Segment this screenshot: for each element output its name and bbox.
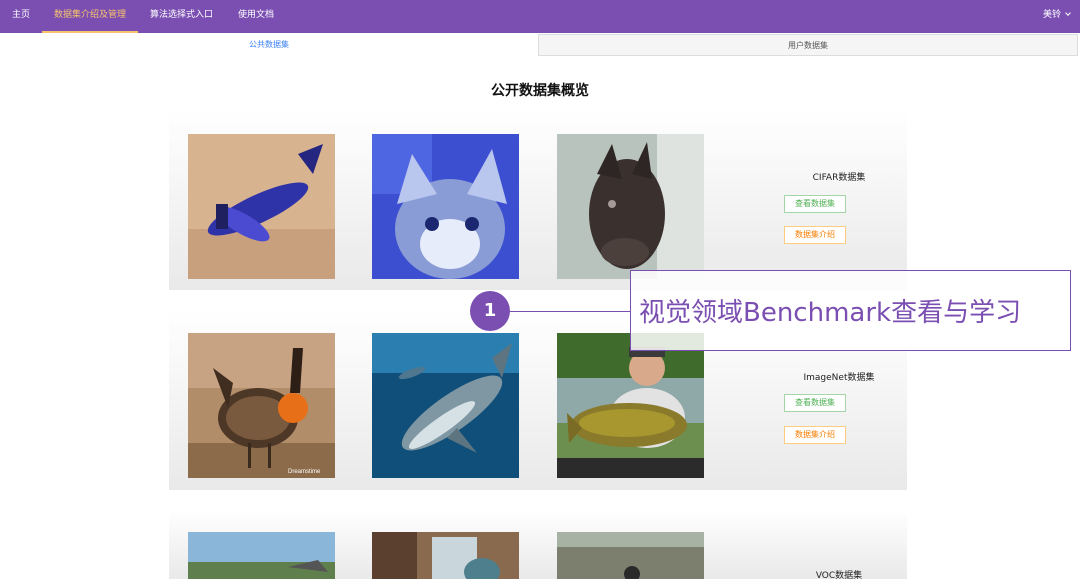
chevron-down-icon	[1065, 10, 1071, 16]
horse-thumbnail	[557, 134, 704, 279]
airplane-thumbnail	[188, 134, 335, 279]
nav-docs[interactable]: 使用文档	[238, 0, 274, 33]
annotation-number-badge: 1	[470, 291, 510, 331]
nav-home[interactable]: 主页	[12, 0, 30, 33]
page-title: 公开数据集概览	[491, 83, 589, 99]
dataset-name: CIFAR数据集	[812, 173, 866, 183]
nav-dataset-management[interactable]: 数据集介绍及管理	[42, 0, 139, 33]
annotation-connector	[510, 311, 631, 312]
user-menu[interactable]: 美铃	[1042, 0, 1071, 33]
room-thumbnail	[372, 532, 519, 579]
prairie-chicken-thumbnail: Dreamstime	[188, 333, 335, 478]
svg-text:Dreamstime: Dreamstime	[288, 469, 321, 475]
dataset-name: ImageNet数据集	[803, 373, 875, 383]
dataset-card-cifar: CIFAR数据集 查看数据集 数据集介绍	[169, 110, 907, 290]
cat-thumbnail	[372, 134, 519, 279]
dataset-card-voc: VOC数据集	[169, 510, 907, 581]
dataset-tabs: 公共数据集 用户数据集	[0, 34, 1080, 56]
tab-user-datasets[interactable]: 用户数据集	[538, 34, 1078, 56]
annotation-text: 视觉领域Benchmark查看与学习	[639, 298, 1022, 328]
top-navigation-bar: 主页 数据集介绍及管理 算法选择式入口 使用文档 美铃	[0, 0, 1080, 33]
street-thumbnail	[557, 532, 704, 579]
shark-thumbnail	[372, 333, 519, 478]
dataset-intro-button[interactable]: 数据集介绍	[784, 226, 846, 244]
nav-algorithm-entry[interactable]: 算法选择式入口	[150, 0, 213, 33]
dataset-intro-button[interactable]: 数据集介绍	[784, 426, 846, 444]
view-dataset-button[interactable]: 查看数据集	[784, 394, 846, 412]
user-name: 美铃	[1042, 10, 1061, 20]
road-thumbnail	[188, 532, 335, 579]
fish-thumbnail	[557, 333, 704, 478]
view-dataset-button[interactable]: 查看数据集	[784, 195, 846, 213]
dataset-name: VOC数据集	[815, 571, 863, 581]
tab-public-datasets[interactable]: 公共数据集	[0, 34, 538, 56]
annotation-callout: 视觉领域Benchmark查看与学习	[630, 270, 1071, 351]
